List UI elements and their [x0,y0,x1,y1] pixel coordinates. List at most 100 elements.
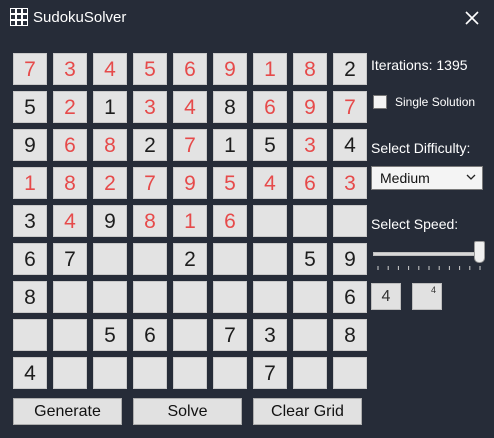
clear-grid-button[interactable]: Clear Grid [253,398,362,425]
sudoku-cell[interactable]: 4 [333,129,367,161]
sudoku-cell[interactable]: 7 [173,129,207,161]
speed-small-box: 4 [412,283,442,310]
sudoku-cell[interactable] [13,319,47,351]
sudoku-cell[interactable]: 2 [53,91,87,123]
sudoku-cell[interactable] [213,281,247,313]
sudoku-cell[interactable] [293,281,327,313]
sudoku-cell[interactable]: 1 [93,91,127,123]
speed-slider[interactable] [371,240,489,274]
sudoku-cell[interactable]: 8 [333,319,367,351]
sudoku-cell[interactable]: 9 [93,205,127,237]
slider-ticks [377,266,481,270]
chevron-down-icon [466,174,476,180]
sudoku-cell[interactable]: 6 [13,243,47,275]
sudoku-cell[interactable]: 3 [133,91,167,123]
speed-small-value: 4 [430,285,436,295]
sudoku-cell[interactable] [173,357,207,389]
close-icon[interactable] [459,5,485,31]
sudoku-cell[interactable]: 3 [53,53,87,85]
sudoku-cell[interactable] [213,243,247,275]
sudoku-cell[interactable]: 6 [133,319,167,351]
sudoku-cell[interactable]: 1 [13,167,47,199]
sudoku-cell[interactable]: 3 [13,205,47,237]
sudoku-cell[interactable] [293,205,327,237]
sudoku-cell[interactable]: 3 [333,167,367,199]
sudoku-cell[interactable]: 5 [93,319,127,351]
sudoku-cell[interactable]: 6 [293,167,327,199]
sudoku-cell[interactable]: 4 [253,167,287,199]
sudoku-cell[interactable]: 7 [133,167,167,199]
sudoku-cell[interactable] [213,357,247,389]
sudoku-cell[interactable]: 4 [53,205,87,237]
sudoku-cell[interactable] [253,281,287,313]
sudoku-cell[interactable]: 5 [213,167,247,199]
sudoku-cell[interactable] [93,357,127,389]
difficulty-select[interactable]: Medium [371,166,483,190]
slider-track [373,252,485,256]
sudoku-cell[interactable]: 3 [253,319,287,351]
sudoku-cell[interactable]: 8 [93,129,127,161]
difficulty-value: Medium [380,170,430,186]
sudoku-cell[interactable]: 3 [293,129,327,161]
sudoku-cell[interactable]: 7 [13,53,47,85]
sudoku-cell[interactable]: 6 [333,281,367,313]
sudoku-cell[interactable]: 7 [213,319,247,351]
sudoku-cell[interactable] [133,243,167,275]
sudoku-cell[interactable]: 1 [173,205,207,237]
sudoku-cell[interactable]: 6 [53,129,87,161]
sudoku-cell[interactable]: 6 [213,205,247,237]
sudoku-cell[interactable]: 1 [213,129,247,161]
slider-thumb[interactable] [474,241,485,263]
sudoku-cell[interactable]: 2 [133,129,167,161]
sudoku-cell[interactable] [333,205,367,237]
sudoku-cell[interactable] [173,281,207,313]
sudoku-cell[interactable]: 4 [93,53,127,85]
sudoku-cell[interactable]: 8 [293,53,327,85]
sudoku-cell[interactable] [133,357,167,389]
generate-button[interactable]: Generate [13,398,122,425]
sudoku-cell[interactable] [133,281,167,313]
sudoku-cell[interactable] [53,281,87,313]
sudoku-cell[interactable]: 8 [213,91,247,123]
sudoku-cell[interactable] [253,205,287,237]
sudoku-cell[interactable]: 9 [293,91,327,123]
speed-value-box: 4 [371,283,401,310]
sudoku-cell[interactable]: 4 [13,357,47,389]
sudoku-cell[interactable]: 5 [293,243,327,275]
sudoku-cell[interactable] [173,319,207,351]
sudoku-cell[interactable] [93,281,127,313]
sudoku-cell[interactable]: 2 [173,243,207,275]
sudoku-cell[interactable]: 1 [253,53,287,85]
sudoku-cell[interactable]: 4 [173,91,207,123]
sudoku-cell[interactable]: 9 [213,53,247,85]
sudoku-cell[interactable]: 5 [253,129,287,161]
sudoku-cell[interactable]: 5 [133,53,167,85]
single-solution-checkbox[interactable] [373,95,387,109]
single-solution-label: Single Solution [395,95,476,109]
sudoku-cell[interactable]: 9 [13,129,47,161]
sudoku-cell[interactable]: 8 [53,167,87,199]
sudoku-cell[interactable] [253,243,287,275]
sudoku-cell[interactable] [333,357,367,389]
sudoku-cell[interactable] [53,357,87,389]
sudoku-cell[interactable]: 7 [53,243,87,275]
sudoku-cell[interactable]: 7 [333,91,367,123]
sudoku-cell[interactable] [293,319,327,351]
sudoku-cell[interactable] [93,243,127,275]
sudoku-cell[interactable] [53,319,87,351]
sudoku-cell[interactable]: 6 [173,53,207,85]
sudoku-cell[interactable]: 8 [133,205,167,237]
sudoku-cell[interactable] [293,357,327,389]
sudoku-cell[interactable]: 2 [93,167,127,199]
sudoku-cell[interactable]: 8 [13,281,47,313]
grid-icon [10,8,28,26]
iterations-counter: Iterations: 1395 [371,57,468,73]
sudoku-cell[interactable]: 5 [13,91,47,123]
sudoku-cell[interactable]: 6 [253,91,287,123]
sudoku-cell[interactable]: 9 [173,167,207,199]
sudoku-cell[interactable]: 2 [333,53,367,85]
solve-button[interactable]: Solve [133,398,242,425]
speed-label: Select Speed: [371,216,459,232]
sudoku-cell[interactable]: 7 [253,357,287,389]
sudoku-cell[interactable]: 9 [333,243,367,275]
